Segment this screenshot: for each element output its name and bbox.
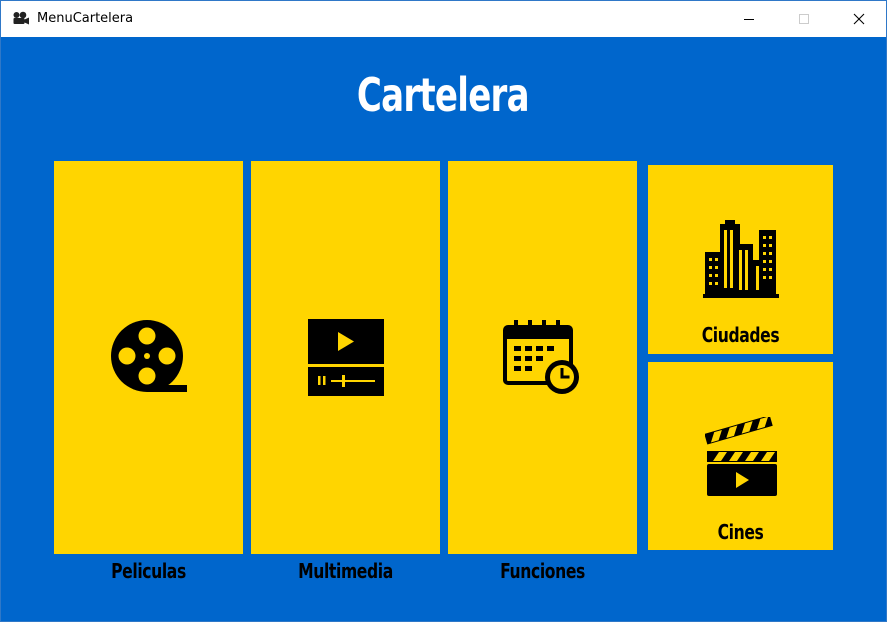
- window-title: MenuCartelera: [37, 11, 134, 26]
- clapperboard-icon: [705, 417, 777, 496]
- ciudades-label: Ciudades: [701, 323, 780, 347]
- multimedia-label: Multimedia: [298, 559, 393, 583]
- maximize-button[interactable]: [777, 1, 831, 37]
- multimedia-tile[interactable]: Multimedia: [251, 161, 440, 583]
- title-bar[interactable]: MenuCartelera: [1, 1, 886, 37]
- close-button[interactable]: [832, 1, 886, 37]
- funciones-tile[interactable]: Funciones: [448, 161, 637, 583]
- cines-tile[interactable]: Cines: [648, 362, 833, 550]
- funciones-label: Funciones: [500, 559, 585, 583]
- minimize-icon: [744, 19, 754, 20]
- media-player-icon: [308, 319, 384, 396]
- maximize-icon: [799, 14, 809, 24]
- peliculas-label: Peliculas: [111, 559, 186, 583]
- city-buildings-icon: [703, 220, 779, 298]
- peliculas-tile[interactable]: Peliculas: [54, 161, 243, 583]
- film-camera-icon: [13, 11, 29, 25]
- app-window: MenuCartelera Cartelera Peliculas Multim…: [0, 0, 887, 622]
- page-title: Cartelera: [356, 68, 530, 122]
- main-panel: Cartelera Peliculas Multimedia Funciones…: [1, 37, 886, 621]
- ciudades-tile[interactable]: Ciudades: [648, 165, 833, 354]
- minimize-button[interactable]: [722, 1, 776, 37]
- close-icon: [853, 13, 865, 25]
- calendar-clock-icon: [503, 320, 579, 394]
- film-reel-icon: [111, 320, 187, 392]
- cines-label: Cines: [717, 520, 764, 544]
